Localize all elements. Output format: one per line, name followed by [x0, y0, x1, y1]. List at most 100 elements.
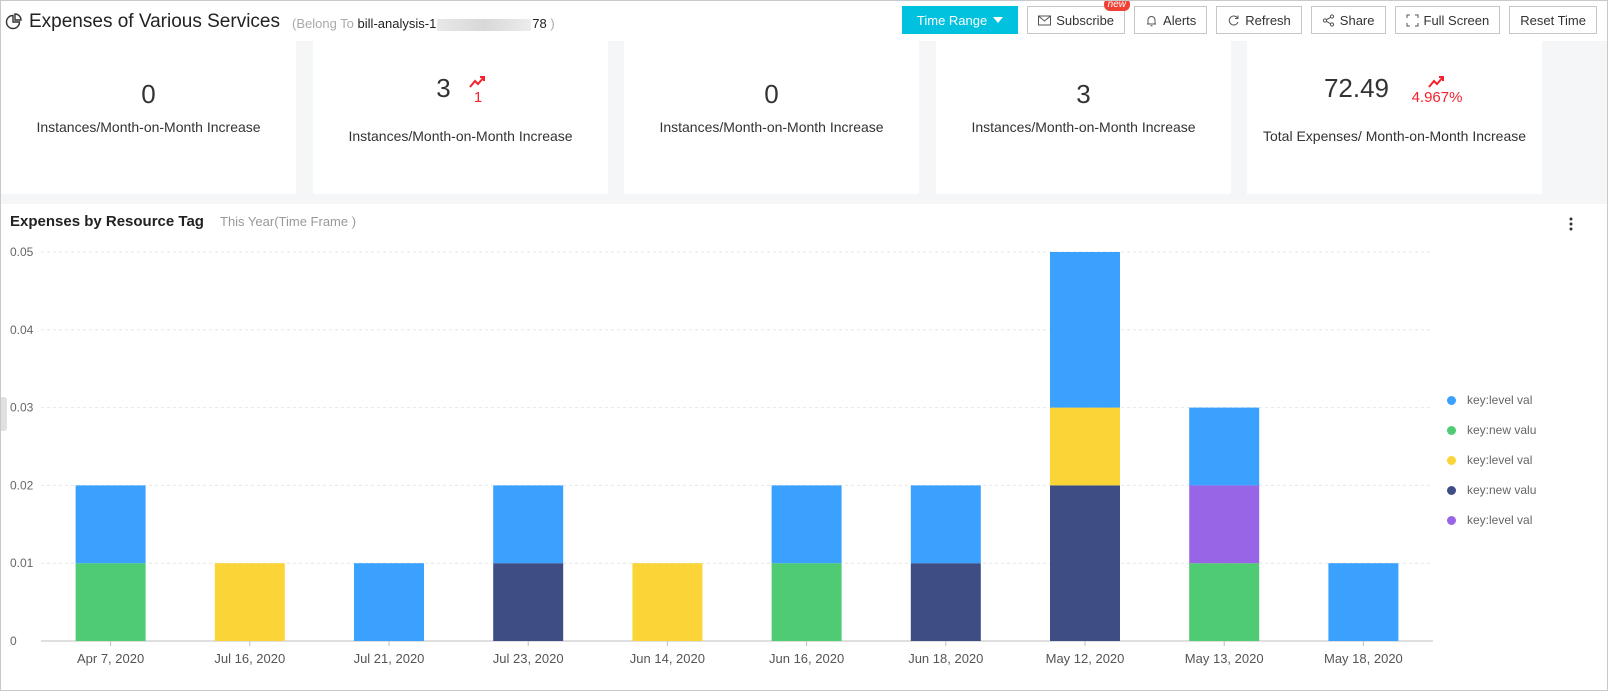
- full-screen-label: Full Screen: [1423, 12, 1490, 28]
- trend-up-icon: [469, 76, 485, 88]
- y-tick-label: 0.04: [10, 323, 34, 337]
- kpi-trend-value: 4.967%: [1411, 89, 1463, 106]
- legend-label: key:new valu: [1467, 423, 1537, 437]
- x-tick-label: Jul 21, 2020: [354, 651, 425, 666]
- legend-dot-icon: [1447, 515, 1456, 525]
- dashboard-header: Expenses of Various Services (Belong To …: [1, 1, 1607, 41]
- bar-segment: [771, 563, 842, 641]
- x-tick-label: May 18, 2020: [1324, 651, 1403, 666]
- x-tick-label: May 12, 2020: [1046, 651, 1125, 666]
- pie-chart-icon: [5, 13, 22, 30]
- chart-legend: key:level val key:new valu key:level val ke…: [1447, 390, 1539, 540]
- legend-label: key:level val: [1467, 453, 1533, 467]
- bar-segment: [771, 485, 842, 564]
- share-button[interactable]: Share: [1310, 6, 1386, 34]
- x-tick-label: Jun 16, 2020: [769, 651, 844, 666]
- project-name-start: bill-analysis-1: [357, 16, 437, 31]
- legend-dot-icon: [1447, 425, 1456, 435]
- y-tick-label: 0.01: [10, 556, 34, 570]
- refresh-label: Refresh: [1245, 12, 1291, 28]
- x-tick-label: May 13, 2020: [1185, 651, 1264, 666]
- alerts-button[interactable]: Alerts: [1134, 6, 1208, 34]
- dashboard-frame: Expenses of Various Services (Belong To …: [0, 0, 1608, 691]
- new-badge: new: [1103, 1, 1131, 11]
- bar-segment: [1189, 407, 1260, 486]
- time-range-label: Time Range: [916, 12, 988, 28]
- legend-item[interactable]: key:new valu: [1447, 420, 1539, 440]
- y-tick-label: 0.03: [10, 401, 34, 415]
- bar-segment: [493, 563, 564, 641]
- kpi-card-2: 3 1 Instances/Month-on-Month Increase: [313, 41, 608, 194]
- stacked-bar-chart: 0 0.01 0.02 0.03 0.04 0.05 Apr 7, 2020 Jul 16, …: [10, 245, 1433, 666]
- bar-segment: [75, 485, 146, 564]
- kpi-card-1: 0 Instances/Month-on-Month Increase: [1, 41, 296, 194]
- refresh-button[interactable]: Refresh: [1216, 6, 1302, 34]
- kpi-value-row: 0: [624, 79, 919, 115]
- kpi-label: Instances/Month-on-Month Increase: [348, 128, 573, 144]
- caret-down-icon: [993, 17, 1004, 23]
- time-range-button[interactable]: Time Range: [901, 6, 1019, 34]
- subscribe-label: Subscribe: [1056, 12, 1115, 28]
- bar-segment: [493, 485, 564, 564]
- legend-item[interactable]: key:new valu: [1447, 480, 1539, 500]
- panel-title: Expenses by Resource Tag: [10, 213, 204, 230]
- legend-item[interactable]: key:level val: [1447, 510, 1539, 530]
- bar-segment: [1189, 563, 1260, 641]
- kpi-value: 72.49: [1323, 73, 1390, 103]
- expand-icon: [1406, 14, 1418, 26]
- belong-to: (Belong To bill-analysis-1 78 ): [292, 16, 555, 31]
- masked-region: [437, 18, 532, 31]
- bar-segment: [1050, 407, 1120, 486]
- legend-label: key:level val: [1467, 393, 1533, 407]
- bar-segment: [1189, 485, 1260, 564]
- legend-dot-icon: [1447, 485, 1456, 495]
- reset-time-label: Reset Time: [1520, 12, 1586, 28]
- kpi-label: Instances/Month-on-Month Increase: [971, 119, 1196, 135]
- x-tick-label: Jun 18, 2020: [908, 651, 983, 666]
- bell-icon: [1147, 15, 1157, 26]
- kpi-trend: 4.967%: [1397, 75, 1477, 106]
- kpi-card-4: 3 Instances/Month-on-Month Increase: [936, 41, 1231, 194]
- legend-label: key:new valu: [1467, 483, 1537, 497]
- alerts-label: Alerts: [1163, 12, 1197, 28]
- bar-segment: [75, 563, 146, 641]
- legend-dot-icon: [1447, 395, 1456, 405]
- legend-label: key:level val: [1467, 513, 1533, 527]
- y-tick-label: 0.05: [10, 245, 34, 259]
- bar-segment: [910, 485, 981, 564]
- kpi-value: 0: [141, 79, 156, 109]
- share-icon: [1322, 13, 1334, 27]
- kpi-value-row: 3: [936, 79, 1231, 115]
- subscribe-button[interactable]: Subscribe new: [1027, 1, 1131, 34]
- panel-subtitle: This Year(Time Frame ): [220, 214, 357, 229]
- reset-time-button[interactable]: Reset Time: [1509, 6, 1597, 34]
- expenses-chart-panel: 0 0.01 0.02 0.03 0.04 0.05 Apr 7, 2020 Jul 16, …: [1, 204, 1607, 690]
- page-title: Expenses of Various Services: [29, 11, 280, 32]
- kpi-cards: 0 Instances/Month-on-Month Increase 3 1 …: [1, 41, 1607, 196]
- refresh-icon: [1229, 15, 1239, 25]
- legend-item[interactable]: key:level val: [1447, 450, 1539, 470]
- legend-item[interactable]: key:level val: [1447, 390, 1539, 410]
- kpi-value-row: 0: [1, 79, 296, 115]
- full-screen-button[interactable]: Full Screen: [1394, 6, 1501, 34]
- bar-segment: [1050, 485, 1120, 641]
- bar-segment: [910, 563, 981, 641]
- kpi-trend-value: 1: [473, 89, 483, 106]
- kpi-card-5: 72.49 4.967% Total Expenses/ Month-on-Mo…: [1247, 41, 1542, 194]
- x-tick-label: Jul 23, 2020: [493, 651, 564, 666]
- bar-segment: [214, 563, 285, 641]
- x-tick-label: Apr 7, 2020: [77, 651, 144, 666]
- bar-segment: [1328, 563, 1399, 641]
- trend-up-icon: [1428, 76, 1444, 88]
- y-tick-label: 0: [10, 634, 17, 648]
- kpi-value: 0: [764, 79, 779, 109]
- more-vertical-icon[interactable]: [1569, 216, 1573, 232]
- mail-icon: [1038, 15, 1052, 25]
- kpi-value-row: 72.49 4.967%: [1247, 73, 1542, 117]
- kpi-label: Instances/Month-on-Month Increase: [36, 119, 261, 135]
- share-label: Share: [1339, 12, 1375, 28]
- resize-handle[interactable]: [1, 397, 7, 431]
- title-area: Expenses of Various Services (Belong To …: [5, 11, 555, 33]
- project-name-end: 78: [532, 16, 547, 31]
- kpi-value: 3: [436, 73, 451, 103]
